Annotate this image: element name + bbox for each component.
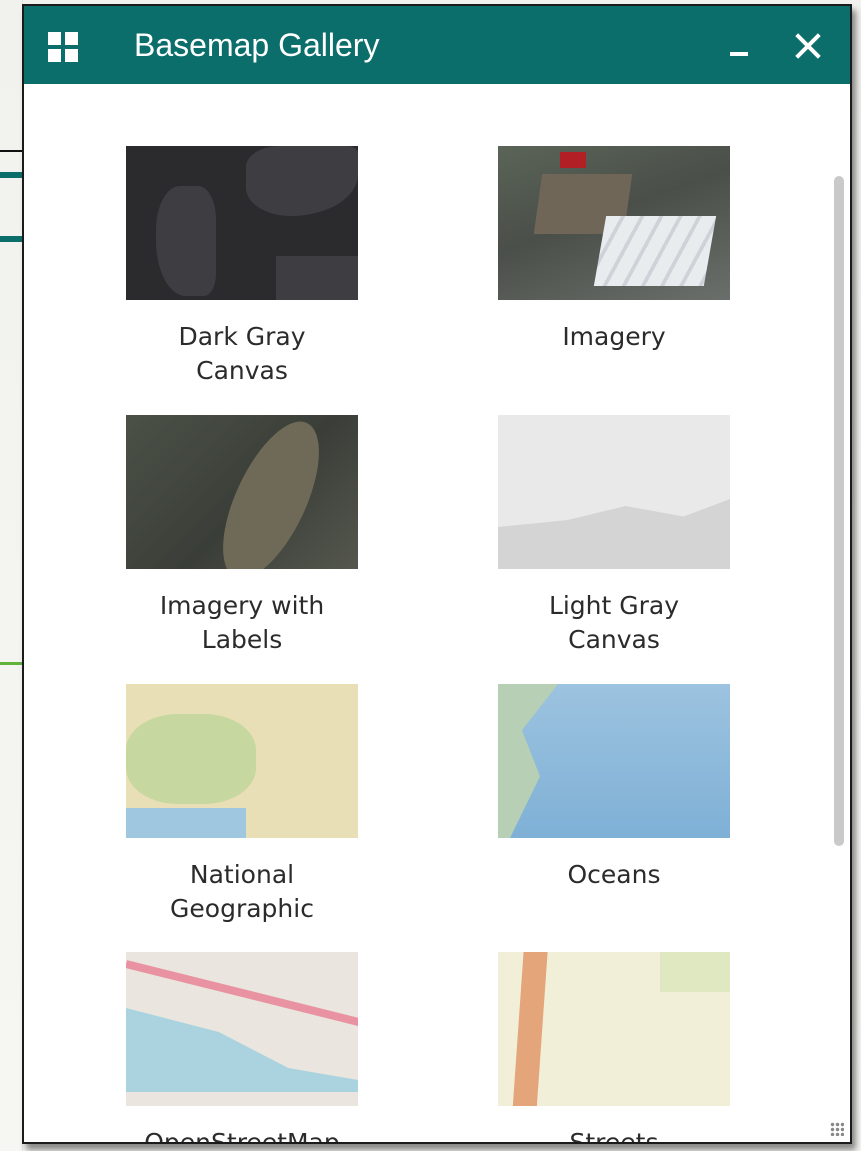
basemap-light-gray-canvas[interactable]: Light Gray Canvas	[474, 415, 754, 657]
basemap-streets[interactable]: Streets	[474, 952, 754, 1142]
basemap-label: Imagery	[562, 322, 666, 351]
background-stripe	[0, 236, 22, 242]
oceans-thumbnail	[498, 684, 730, 838]
panel-titlebar[interactable]: Basemap Gallery	[24, 6, 850, 84]
basemap-national-geographic[interactable]: National Geographic	[102, 684, 382, 926]
national-geographic-thumbnail	[126, 684, 358, 838]
imagery-thumbnail	[498, 146, 730, 300]
light-gray-canvas-thumbnail	[498, 415, 730, 569]
basemap-label: Imagery with Labels	[159, 591, 325, 654]
basemap-oceans[interactable]: Oceans	[474, 684, 754, 892]
gallery-content[interactable]: Dark Gray Canvas Imagery Imagery with La…	[24, 84, 850, 1142]
background-green-line	[0, 662, 22, 665]
minimize-button[interactable]	[724, 28, 754, 62]
imagery-with-labels-thumbnail	[126, 415, 358, 569]
basemap-label: Streets	[474, 1126, 754, 1142]
panel-title: Basemap Gallery	[134, 27, 380, 63]
resize-grip-icon[interactable]	[830, 1122, 844, 1136]
basemap-label: National Geographic	[170, 860, 314, 923]
background-line	[0, 150, 22, 152]
basemap-label: Light Gray Canvas	[548, 591, 680, 654]
basemap-dark-gray-canvas[interactable]: Dark Gray Canvas	[102, 146, 382, 388]
background-stripe	[0, 172, 22, 178]
basemap-imagery[interactable]: Imagery	[474, 146, 754, 354]
basemap-gallery-panel: Basemap Gallery Dark Gray Canvas Imagery	[22, 4, 852, 1144]
streets-thumbnail	[498, 952, 730, 1106]
basemap-label: Oceans	[567, 860, 661, 889]
openstreetmap-thumbnail	[126, 952, 358, 1106]
basemap-label: OpenStreetMap	[102, 1126, 382, 1142]
close-button[interactable]	[788, 26, 828, 66]
basemap-openstreetmap[interactable]: OpenStreetMap	[102, 952, 382, 1142]
dark-gray-canvas-thumbnail	[126, 146, 358, 300]
basemap-imagery-with-labels[interactable]: Imagery with Labels	[102, 415, 382, 657]
vertical-scrollbar[interactable]	[834, 176, 844, 846]
grid-icon	[48, 32, 78, 62]
basemap-label: Dark Gray Canvas	[178, 322, 306, 385]
